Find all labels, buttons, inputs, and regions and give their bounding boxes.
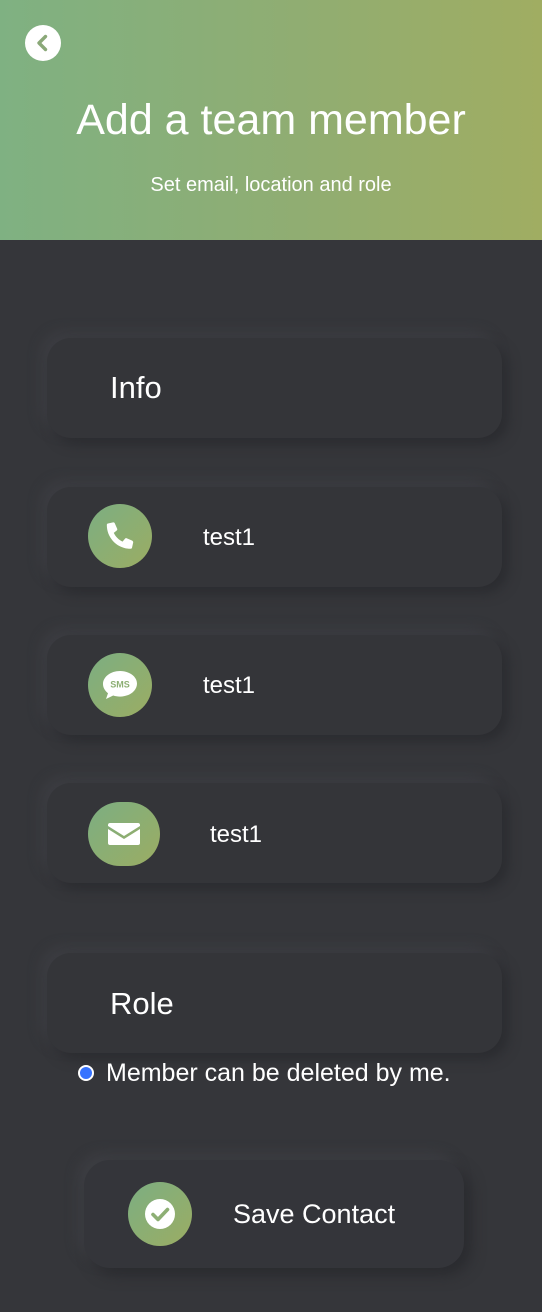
role-heading: Role <box>110 986 174 1021</box>
svg-text:SMS: SMS <box>110 680 130 690</box>
phone-icon <box>106 522 134 549</box>
role-option[interactable]: Member can be deleted by me. <box>78 1058 451 1088</box>
role-section-card: Role <box>47 953 502 1053</box>
sms-field-card[interactable]: SMS test1 <box>47 635 502 735</box>
phone-icon-badge <box>88 504 152 568</box>
page-subtitle: Set email, location and role <box>150 174 392 196</box>
info-heading: Info <box>110 370 162 405</box>
header: Add a team member Set email, location an… <box>0 0 542 240</box>
back-button[interactable] <box>25 25 61 61</box>
sms-value: test1 <box>203 672 256 699</box>
envelope-icon <box>108 823 140 845</box>
email-field-card[interactable]: test1 <box>47 783 502 883</box>
email-icon-badge <box>88 802 160 866</box>
save-contact-label: Save Contact <box>233 1199 396 1229</box>
page-title: Add a team member <box>76 96 466 144</box>
sms-icon-badge: SMS <box>88 653 152 717</box>
role-radio[interactable] <box>78 1065 94 1081</box>
phone-value: test1 <box>203 524 256 551</box>
check-icon-badge <box>128 1182 192 1246</box>
email-value: test1 <box>210 821 263 848</box>
check-circle-icon <box>145 1199 175 1229</box>
save-contact-button[interactable]: Save Contact <box>84 1160 464 1268</box>
info-section-card: Info <box>47 338 502 438</box>
chevron-left-icon <box>37 34 48 52</box>
role-option-label: Member can be deleted by me. <box>106 1059 451 1087</box>
phone-field-card[interactable]: test1 <box>47 487 502 587</box>
sms-icon: SMS <box>103 671 137 699</box>
